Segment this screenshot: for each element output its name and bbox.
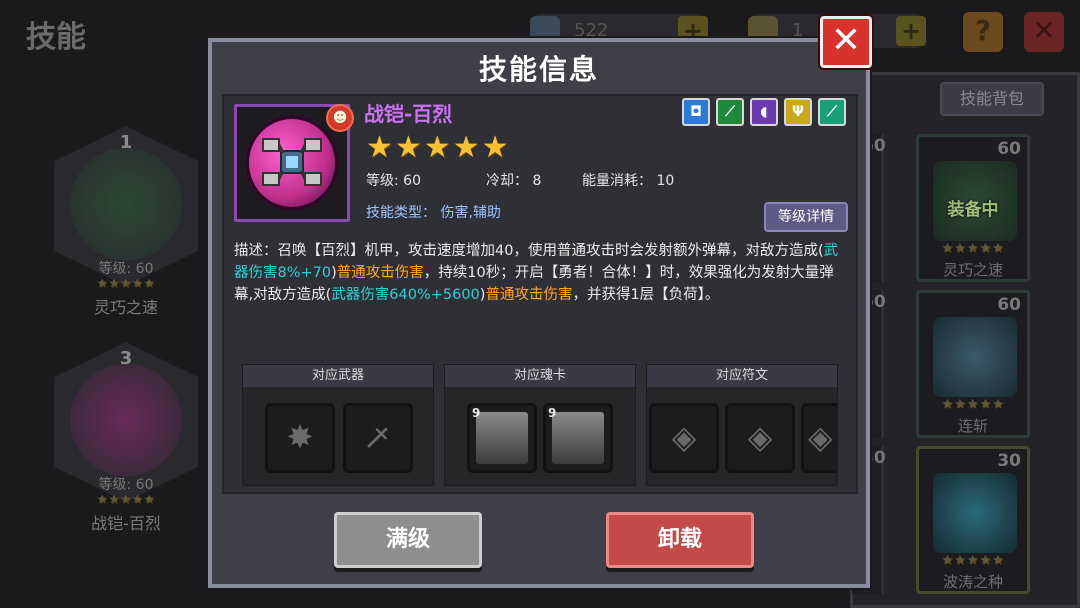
card-stars: ★★★★★ — [941, 553, 1005, 568]
mech-icon — [262, 138, 322, 186]
card-stars: ★★★★★ — [941, 241, 1005, 256]
slot-name: 战铠-百烈 — [91, 514, 161, 533]
rune-icon: ◈ — [671, 418, 697, 456]
card-name: 连斩 — [957, 417, 988, 435]
rune-slot[interactable]: ◈ — [801, 403, 837, 473]
soul-card-art — [552, 412, 604, 464]
skill-card[interactable]: 60 ★★★★★ 连斩 — [916, 290, 1030, 438]
dialog-close-button[interactable]: ✕ — [820, 16, 872, 68]
card-level: 60 — [997, 295, 1021, 315]
slot-ring — [70, 364, 182, 476]
soul-card-section: 对应魂卡 9 9 — [444, 364, 636, 486]
card-level: 30 — [997, 451, 1021, 471]
soul-card-art — [476, 412, 528, 464]
weapon-slot[interactable]: ✸ — [265, 403, 335, 473]
rune-slot[interactable]: ◈ — [725, 403, 795, 473]
skill-energy-cost: 能量消耗： 10 — [582, 173, 675, 189]
dialog-title: 技能信息 — [478, 53, 599, 86]
weapon-section-header: 对应武器 — [243, 365, 433, 387]
card-name: 灵巧之速 — [942, 261, 1003, 279]
blade-attr-icon: ⟋ — [818, 98, 846, 126]
skill-level: 等级: 60 — [366, 173, 421, 189]
slot-number: 3 — [119, 348, 133, 369]
skill-type: 技能类型： 伤害,辅助 — [366, 205, 501, 221]
rune-icon: ◈ — [747, 418, 773, 456]
skill-card[interactable]: 60 装备中 ★★★★★ 灵巧之速 — [916, 134, 1030, 282]
max-level-button[interactable]: 满级 — [334, 512, 482, 568]
equipped-slot-1[interactable]: 1 等级: 60 ★★★★★ 灵巧之速 — [44, 126, 208, 317]
card-image — [933, 317, 1017, 397]
attribute-icons: ◘ ⟋ ◖ Ψ ⟋ — [682, 98, 846, 126]
skill-description: 描述：召唤【百烈】机甲，攻击速度增加40，使用普通攻击时会发射额外弹幕，对敌方造… — [234, 243, 839, 303]
slot-number: 1 — [119, 132, 133, 153]
gauntlet-icon: ✸ — [286, 418, 314, 456]
slot-level: 等级: 60 — [98, 261, 154, 277]
sword-attr-icon: ⟋ — [716, 98, 744, 126]
help-button[interactable]: ? — [963, 12, 1003, 52]
rune-section-header: 对应符文 — [647, 365, 837, 387]
screen-title: 技能 — [26, 20, 86, 55]
card-stars: ★★★★★ — [941, 397, 1005, 412]
shield-attr-icon: ◘ — [682, 98, 710, 126]
soul-card-level: 9 — [548, 406, 557, 420]
card-name: 波涛之种 — [942, 573, 1003, 591]
equipped-label: 装备中 — [947, 200, 999, 220]
uninstall-button[interactable]: 卸载 — [606, 512, 754, 568]
soul-card-slot[interactable]: 9 — [543, 403, 613, 473]
skill-card[interactable]: 30 ★★★★★ 波涛之种 — [916, 446, 1030, 594]
rune-slot[interactable]: ◈ — [649, 403, 719, 473]
soul-card-section-header: 对应魂卡 — [445, 365, 635, 387]
soul-card-slot[interactable]: 9 — [467, 403, 537, 473]
card-level: 60 — [997, 139, 1021, 159]
boot-attr-icon: ◖ — [750, 98, 778, 126]
trident-attr-icon: Ψ — [784, 98, 812, 126]
skill-stars: ★★★★★ — [366, 130, 511, 165]
weapon-slot[interactable]: † — [343, 403, 413, 473]
tab-skill-bag[interactable]: 技能背包 — [940, 82, 1044, 116]
skill-element-badge: ☻ — [326, 104, 354, 132]
soul-card-level: 9 — [472, 406, 481, 420]
damage-type: 普通攻击伤害 — [485, 287, 573, 303]
damage-type: 普通攻击伤害 — [336, 265, 424, 281]
rune-section: 对应符文 ◈ ◈ ◈ — [646, 364, 838, 486]
screen-close-button[interactable]: ✕ — [1024, 12, 1064, 52]
rune-icon: ◈ — [808, 418, 833, 456]
skill-cooldown: 冷却： 8 — [486, 173, 542, 189]
slot-stars: ★★★★★ — [96, 276, 156, 290]
slot-stars: ★★★★★ — [96, 492, 156, 506]
slot-name: 灵巧之速 — [93, 298, 158, 317]
slot-ring — [70, 148, 182, 260]
card-image — [933, 473, 1017, 553]
damage-formula: 武器伤害640%+5600 — [331, 287, 480, 303]
sword-icon: † — [358, 417, 398, 457]
slot-level: 等级: 60 — [98, 477, 154, 493]
skill-name: 战铠-百烈 — [364, 102, 453, 126]
equipped-slot-3[interactable]: 3 等级: 60 ★★★★★ 战铠-百烈 — [44, 342, 208, 533]
level-detail-button[interactable]: 等级详情 — [764, 202, 848, 232]
weapon-section: 对应武器 ✸ † — [242, 364, 434, 486]
add-gold-button[interactable]: + — [896, 16, 926, 46]
